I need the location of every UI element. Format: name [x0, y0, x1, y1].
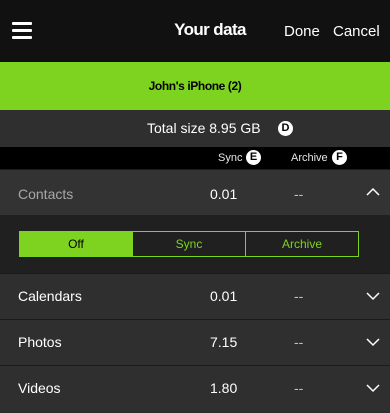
data-row-calendars[interactable]: Calendars 0.01 --	[0, 273, 390, 319]
chevron-down-icon[interactable]	[366, 337, 380, 347]
page-title: Your data	[174, 20, 246, 39]
row-sync-value: 0.01	[210, 288, 238, 304]
segment-sync[interactable]: Sync	[132, 232, 245, 256]
total-size-row: Total size 8.95 GB D	[0, 110, 390, 147]
row-archive-value: --	[294, 380, 304, 396]
top-bar: Your data Done Cancel	[0, 0, 390, 62]
row-archive-value: --	[294, 334, 304, 350]
row-sync-value: 7.15	[210, 334, 238, 350]
column-sync-label: Sync	[218, 152, 243, 164]
row-sync-value: 1.80	[210, 380, 238, 396]
chevron-down-icon[interactable]	[366, 291, 380, 301]
data-row-photos[interactable]: Photos 7.15 --	[0, 319, 390, 365]
total-size-text: Total size 8.95 GB	[147, 120, 261, 136]
column-header: Sync E Archive F	[0, 147, 390, 169]
chevron-up-icon[interactable]	[366, 187, 380, 197]
segment-archive[interactable]: Archive	[245, 232, 358, 256]
column-archive-label: Archive	[291, 152, 328, 164]
hamburger-menu-icon[interactable]	[12, 22, 32, 39]
row-name: Calendars	[18, 288, 82, 304]
row-name: Contacts	[18, 186, 74, 202]
device-name-banner: John's iPhone (2)	[0, 62, 390, 110]
row-archive-value: --	[294, 186, 304, 202]
row-name: Photos	[18, 334, 62, 350]
chevron-down-icon[interactable]	[366, 383, 380, 393]
row-sync-value: 0.01	[210, 186, 238, 202]
sync-mode-panel: Off Sync Archive	[0, 215, 390, 273]
data-row-contacts[interactable]: Contacts 0.01 --	[0, 169, 390, 216]
callout-badge-d: D	[278, 121, 293, 136]
sync-mode-segmented-control: Off Sync Archive	[19, 231, 359, 257]
done-button[interactable]: Done	[284, 22, 320, 42]
row-name: Videos	[18, 380, 61, 396]
cancel-button[interactable]: Cancel	[333, 22, 380, 42]
row-archive-value: --	[294, 288, 304, 304]
callout-badge-f: F	[332, 150, 347, 165]
segment-off[interactable]: Off	[20, 232, 132, 256]
data-row-videos[interactable]: Videos 1.80 --	[0, 365, 390, 413]
callout-badge-e: E	[246, 150, 261, 165]
